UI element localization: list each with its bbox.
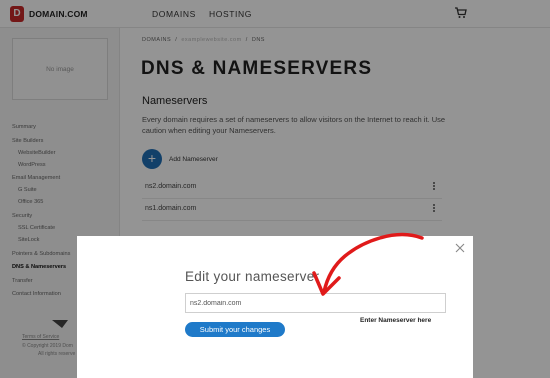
nameserver-input[interactable] — [185, 293, 446, 313]
modal-title: Edit your nameserver — [185, 269, 320, 284]
edit-nameserver-modal: Edit your nameserver Submit your changes… — [77, 236, 473, 378]
submit-changes-button[interactable]: Submit your changes — [185, 322, 285, 337]
close-icon[interactable] — [455, 243, 465, 253]
annotation-text: Enter Nameserver here — [360, 317, 432, 324]
